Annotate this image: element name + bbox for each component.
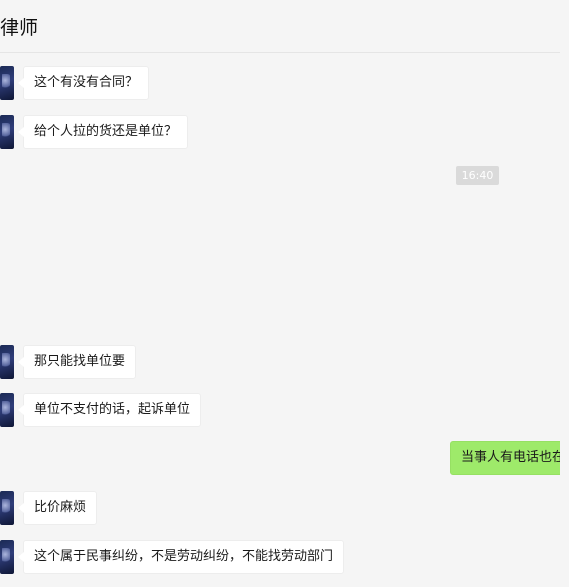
contact-avatar[interactable] <box>0 393 14 427</box>
contact-avatar[interactable] <box>0 66 14 100</box>
contact-avatar[interactable] <box>0 115 14 149</box>
contact-avatar[interactable] <box>0 540 14 574</box>
message-bubble[interactable]: 给个人拉的货还是单位？ <box>17 115 189 149</box>
message-text: 给个人拉的货还是单位？ <box>34 124 178 139</box>
message-bubble[interactable]: 这个属于民事纠纷，不是劳动纠纷，不能找劳动部门 <box>17 540 345 574</box>
message-bubble[interactable]: 那只能找单位要 <box>17 345 137 379</box>
message-list[interactable]: 这个有没有合同？ 给个人拉的货还是单位？ 16:40 那只能找单位要 单位不支付… <box>0 53 560 587</box>
message-text: 这个属于民事纠纷，不是劳动纠纷，不能找劳动部门 <box>34 549 334 564</box>
message-bubble[interactable]: 这个有没有合同？ <box>17 66 150 100</box>
message-bubble[interactable]: 单位不支付的话，起诉单位 <box>17 393 202 427</box>
message-text: 这个有没有合同？ <box>34 75 139 90</box>
contact-avatar[interactable] <box>0 345 14 379</box>
message-bubble-outgoing[interactable]: 当事人有电话也在 <box>450 441 560 475</box>
message-text: 当事人有电话也在 <box>461 450 560 465</box>
message-timestamp: 16:40 <box>456 166 499 185</box>
message-text: 那只能找单位要 <box>34 354 126 369</box>
message-text: 单位不支付的话，起诉单位 <box>34 402 191 417</box>
message-bubble[interactable]: 比价麻烦 <box>17 491 98 525</box>
message-text: 比价麻烦 <box>34 500 87 515</box>
contact-avatar[interactable] <box>0 491 14 525</box>
chat-title: 律师 <box>0 17 39 39</box>
chat-header: 律师 <box>0 0 560 53</box>
outgoing-message-clip: 当事人有电话也在 <box>450 441 560 475</box>
